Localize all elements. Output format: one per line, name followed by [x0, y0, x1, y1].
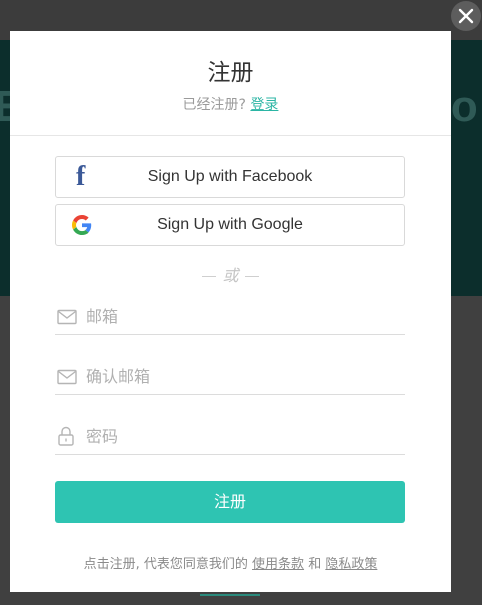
login-prompt: 已经注册? 登录	[10, 94, 451, 114]
facebook-signup-button[interactable]: f Sign Up with Facebook	[55, 156, 405, 198]
lock-icon	[58, 426, 74, 446]
modal-title: 注册	[207, 60, 254, 86]
google-signup-button[interactable]: Sign Up with Google	[55, 204, 405, 246]
signup-modal: 注册 已经注册? 登录 f Sign Up with Facebook Sign…	[10, 31, 451, 592]
terms-of-use-link[interactable]: 使用条款	[252, 557, 304, 572]
email-input[interactable]	[86, 304, 386, 328]
close-icon	[458, 8, 474, 24]
header-divider	[10, 135, 451, 136]
signup-submit-button[interactable]: 注册	[55, 481, 405, 523]
terms-conjunction: 和	[308, 557, 322, 572]
privacy-policy-link[interactable]: 隐私政策	[325, 557, 377, 572]
terms-notice: 点击注册, 代表您同意我们的 使用条款 和 隐私政策	[10, 553, 451, 572]
password-input[interactable]	[86, 424, 386, 448]
confirm-email-input[interactable]	[86, 364, 386, 388]
google-signup-label: Sign Up with Google	[157, 216, 303, 233]
password-field	[55, 422, 405, 455]
envelope-icon	[57, 309, 77, 325]
or-text: 或	[222, 266, 239, 285]
close-button[interactable]	[451, 1, 481, 31]
email-field	[55, 302, 405, 335]
or-line-left	[202, 276, 217, 277]
or-separator: 或	[10, 262, 451, 286]
or-line-right	[244, 276, 259, 277]
login-prompt-text: 已经注册?	[182, 97, 246, 113]
terms-prefix: 点击注册, 代表您同意我们的	[83, 557, 248, 572]
confirm-email-field	[55, 362, 405, 395]
login-link[interactable]: 登录	[250, 97, 278, 113]
envelope-icon	[57, 369, 77, 385]
facebook-signup-label: Sign Up with Facebook	[147, 168, 313, 185]
background-link	[200, 594, 260, 596]
